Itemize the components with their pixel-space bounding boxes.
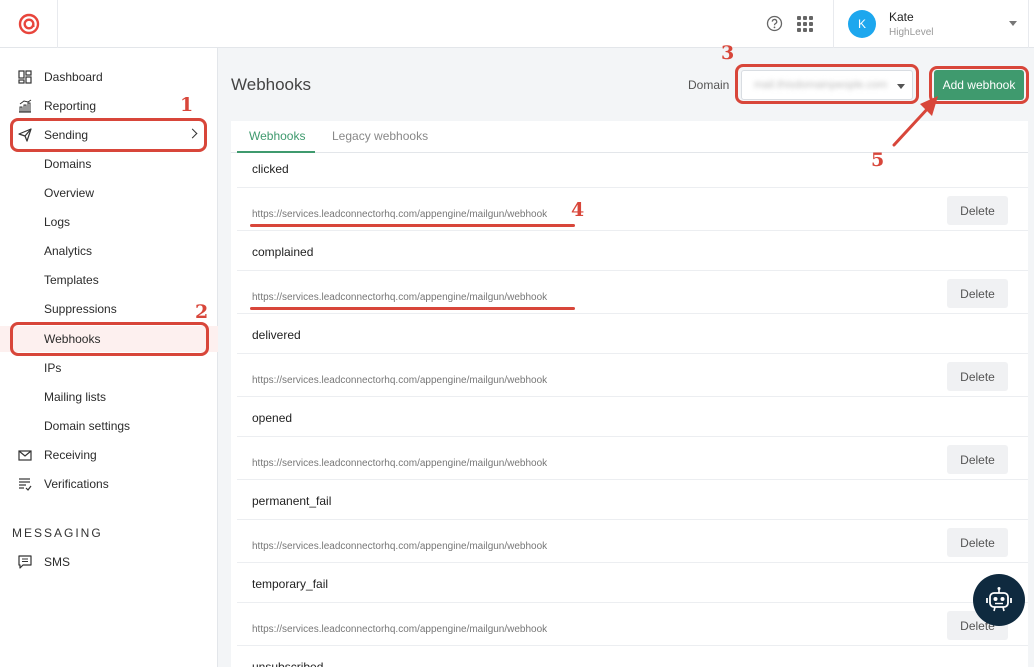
row-divider: [237, 562, 1028, 563]
section-heading-messaging: MESSAGING: [12, 526, 103, 540]
annotation-number: 2: [195, 301, 209, 323]
annotation-box-webhooks: [10, 322, 209, 356]
annotation-number: 5: [871, 149, 885, 171]
row-divider: [237, 353, 1028, 354]
webhook-event: delivered: [252, 328, 301, 342]
reporting-icon: [19, 99, 32, 113]
sidebar-item-templates[interactable]: Templates: [0, 267, 218, 293]
tab-webhooks[interactable]: Webhooks: [249, 129, 305, 143]
verifications-icon: [19, 478, 32, 491]
delete-button[interactable]: Delete: [947, 196, 1008, 225]
sidebar-item-mailing-lists[interactable]: Mailing lists: [0, 384, 218, 410]
robot-icon: [986, 587, 1012, 612]
webhook-event: temporary_fail: [252, 577, 329, 591]
webhook-event: clicked: [252, 162, 289, 176]
sidebar-item-label: Dashboard: [44, 70, 103, 84]
apps-grid-icon[interactable]: [797, 16, 813, 32]
delete-button[interactable]: Delete: [947, 279, 1008, 308]
sidebar-item-label: Domains: [44, 157, 92, 171]
sidebar-item-label: Mailing lists: [44, 390, 107, 404]
sidebar-item-label: Suppressions: [44, 302, 117, 316]
chat-bot-button[interactable]: [973, 574, 1025, 626]
row-divider: [237, 602, 1028, 603]
sidebar-item-label: Receiving: [44, 448, 97, 462]
help-icon[interactable]: [766, 15, 783, 32]
active-tab-indicator: [237, 151, 315, 153]
row-divider: [237, 519, 1028, 520]
sidebar-item-label: SMS: [44, 555, 71, 569]
webhook-url: https://services.leadconnectorhq.com/app…: [252, 541, 548, 552]
webhook-url: https://services.leadconnectorhq.com/app…: [252, 458, 548, 469]
annotation-number: 4: [571, 199, 585, 221]
webhook-url: https://services.leadconnectorhq.com/app…: [252, 292, 548, 303]
annotation-underline: [250, 224, 575, 227]
annotation-underline: [250, 307, 575, 310]
mail-icon: [18, 450, 32, 461]
sidebar-item-label: Templates: [44, 273, 99, 287]
sidebar-item-logs[interactable]: Logs: [0, 209, 218, 235]
sidebar-item-ips[interactable]: IPs: [0, 355, 218, 381]
sidebar-item-suppressions[interactable]: Suppressions: [0, 296, 218, 322]
annotation-number: 1: [180, 94, 194, 116]
delete-button[interactable]: Delete: [947, 528, 1008, 557]
webhook-url: https://services.leadconnectorhq.com/app…: [252, 624, 548, 635]
row-divider: [237, 313, 1028, 314]
webhook-event: opened: [252, 411, 293, 425]
sidebar-item-label: Reporting: [44, 99, 97, 113]
sidebar-item-sms[interactable]: SMS: [0, 549, 218, 575]
sidebar-item-label: IPs: [44, 361, 62, 375]
row-divider: [237, 270, 1028, 271]
annotation-box-sending: [10, 118, 207, 152]
sidebar-item-label: Verifications: [44, 477, 109, 491]
row-divider: [237, 479, 1028, 480]
sidebar-item-label: Logs: [44, 215, 71, 229]
sidebar-item-label: Analytics: [44, 244, 93, 258]
annotation-arrow: [892, 96, 938, 147]
top-bar: K Kate HighLevel: [0, 0, 1034, 48]
tab-legacy-webhooks[interactable]: Legacy webhooks: [332, 129, 428, 143]
sidebar-item-overview[interactable]: Overview: [0, 180, 218, 206]
row-divider: [237, 187, 1028, 188]
annotation-number: 3: [721, 42, 735, 64]
webhook-url: https://services.leadconnectorhq.com/app…: [252, 375, 548, 386]
chevron-down-icon: [1009, 21, 1017, 26]
row-divider: [237, 396, 1028, 397]
sidebar-item-domain-settings[interactable]: Domain settings: [0, 413, 218, 439]
webhooks-panel: Webhooks Legacy webhooks clicked https:/…: [231, 121, 1028, 667]
sidebar-item-label: Domain settings: [44, 419, 131, 433]
delete-button[interactable]: Delete: [947, 445, 1008, 474]
webhook-url: https://services.leadconnectorhq.com/app…: [252, 209, 548, 220]
user-name: Kate: [889, 10, 914, 24]
user-menu[interactable]: K Kate HighLevel: [833, 0, 1029, 48]
sms-icon: [18, 555, 32, 569]
dashboard-icon: [18, 70, 32, 84]
sidebar-item-label: Overview: [44, 186, 95, 200]
logo-icon: [18, 13, 39, 35]
sidebar-item-analytics[interactable]: Analytics: [0, 238, 218, 264]
webhook-event: complained: [252, 245, 314, 259]
webhook-event: unsubscribed: [252, 660, 324, 667]
row-divider: [237, 645, 1028, 646]
delete-button[interactable]: Delete: [947, 362, 1008, 391]
row-divider: [237, 230, 1028, 231]
domain-label: Domain: [688, 78, 730, 92]
sidebar-item-domains[interactable]: Domains: [0, 151, 218, 177]
user-org: HighLevel: [889, 27, 934, 38]
avatar: K: [848, 10, 876, 38]
page-title: Webhooks: [231, 75, 312, 94]
mailgun-logo[interactable]: [0, 0, 58, 48]
sidebar-item-verifications[interactable]: Verifications: [0, 471, 218, 497]
sidebar-item-dashboard[interactable]: Dashboard: [0, 64, 218, 90]
webhook-event: permanent_fail: [252, 494, 332, 508]
row-divider: [237, 436, 1028, 437]
sidebar-item-receiving[interactable]: Receiving: [0, 442, 218, 468]
